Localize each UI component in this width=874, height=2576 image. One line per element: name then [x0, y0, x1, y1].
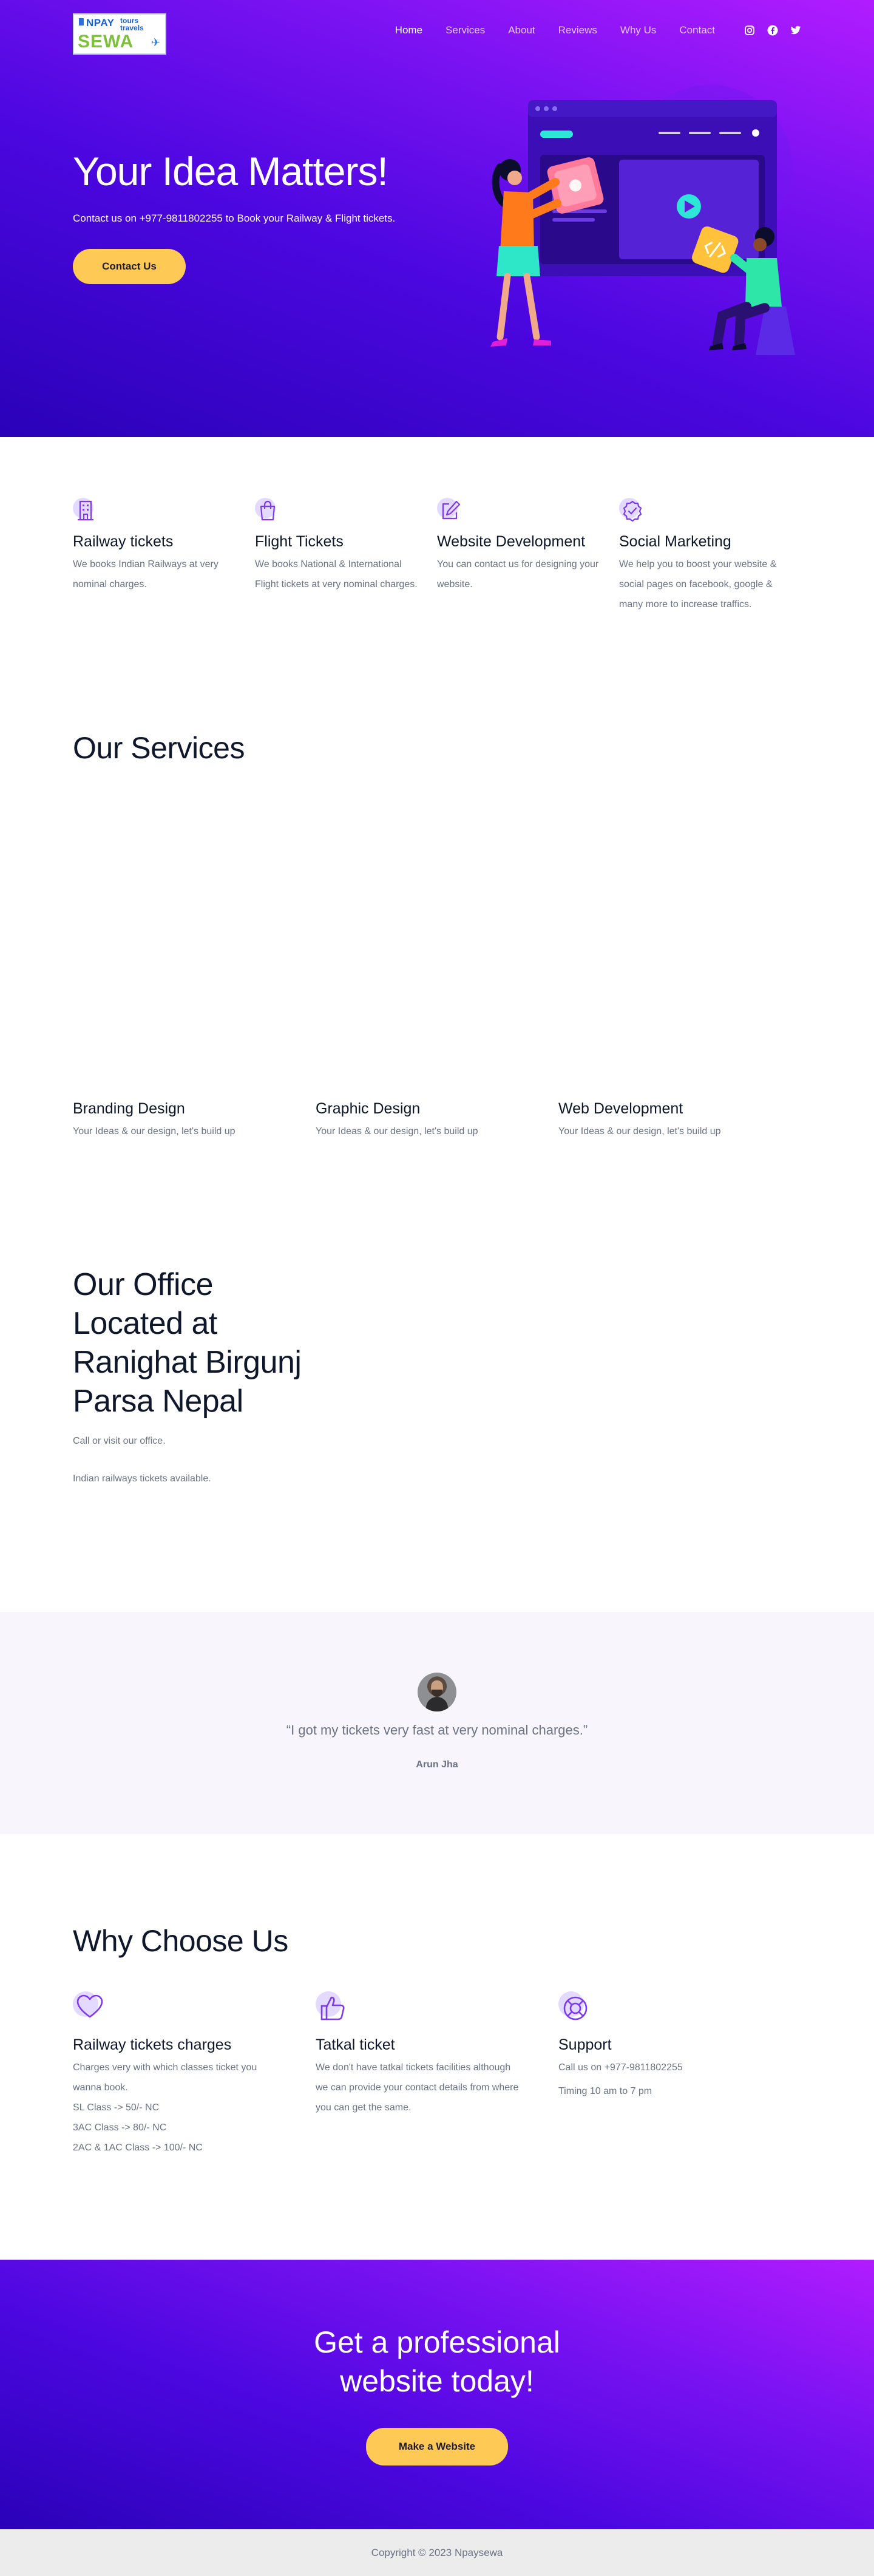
- why-item-tatkal: Tatkal ticket We don't have tatkal ticke…: [316, 1991, 558, 2158]
- price-line: SL Class -> 50/- NC: [73, 2102, 160, 2113]
- feature-flight: Flight Tickets We books National & Inter…: [255, 497, 437, 614]
- contact-us-button[interactable]: Contact Us: [73, 249, 186, 284]
- feature-text: We books Indian Railways at very nominal…: [73, 559, 218, 590]
- feature-title: Flight Tickets: [255, 533, 344, 550]
- support-timing: Timing 10 am to 7 pm: [558, 2086, 652, 2096]
- logo-text-bottom: SEWA: [78, 32, 134, 52]
- why-item-text: Call us on +977-9811802255: [558, 2062, 683, 2073]
- price-line: 2AC & 1AC Class -> 100/- NC: [73, 2143, 203, 2153]
- feature-title: Website Development: [437, 533, 586, 550]
- office-line-2: Indian railways tickets available.: [73, 1473, 211, 1484]
- avatar: [418, 1673, 456, 1711]
- nav-contact[interactable]: Contact: [679, 24, 715, 36]
- why-item-railway-charges: Railway tickets charges Charges very wit…: [73, 1991, 316, 2158]
- facebook-icon[interactable]: [767, 25, 778, 36]
- hero-subtitle: Contact us on +977-9811802255 to Book yo…: [73, 212, 396, 224]
- lifebuoy-icon: [558, 1991, 592, 2025]
- feature-text: You can contact us for designing your we…: [437, 559, 599, 590]
- feature-social: Social Marketing We help you to boost yo…: [619, 497, 801, 614]
- flag-icon: [79, 18, 84, 25]
- edit-icon: [437, 497, 465, 525]
- logo-text-top: NPAY: [86, 17, 115, 29]
- nav-services[interactable]: Services: [445, 24, 485, 36]
- service-card[interactable]: Web Development Your Ideas & our design,…: [558, 1100, 801, 1137]
- copyright-text: Copyright © 2023 Npaysewa: [371, 2547, 503, 2558]
- office-title: Our Office Located at Ranighat Birgunj P…: [73, 1267, 302, 1419]
- airplane-icon: ✈: [151, 36, 160, 49]
- service-card[interactable]: Branding Design Your Ideas & our design,…: [73, 1100, 316, 1137]
- make-website-button[interactable]: Make a Website: [366, 2428, 508, 2466]
- service-title: Web Development: [558, 1100, 683, 1117]
- cta-title-text: Get a professional website today!: [314, 2325, 560, 2398]
- testimonial-author: Arun Jha: [416, 1759, 458, 1770]
- main-nav: Home Services About Reviews Why Us Conta…: [395, 24, 801, 36]
- hero-illustration: [490, 85, 795, 355]
- nav-about[interactable]: About: [508, 24, 535, 36]
- office-line-1: Call or visit our office.: [73, 1436, 166, 1446]
- feature-text: We help you to boost your website & soci…: [619, 559, 777, 610]
- feature-web-dev: Website Development You can contact us f…: [437, 497, 619, 614]
- feature-text: We books National & International Flight…: [255, 559, 418, 590]
- feature-title: Social Marketing: [619, 533, 731, 550]
- why-title: Why Choose Us: [73, 1924, 288, 1958]
- shopping-bag-icon: [255, 497, 283, 525]
- twitter-icon[interactable]: [790, 25, 801, 36]
- feature-title: Railway tickets: [73, 533, 174, 550]
- service-title: Branding Design: [73, 1100, 185, 1117]
- testimonial-quote: “I got my tickets very fast at very nomi…: [286, 1722, 588, 1738]
- instagram-icon[interactable]: [744, 25, 755, 36]
- testimonial-section: “I got my tickets very fast at very nomi…: [0, 1612, 874, 1834]
- why-item-text: Charges very with which classes ticket y…: [73, 2062, 257, 2093]
- services-title: Our Services: [73, 731, 245, 765]
- hero-section: NPAY tours travels SEWA ✈ Home Services …: [0, 0, 874, 437]
- service-title: Graphic Design: [316, 1100, 421, 1117]
- building-icon: [73, 497, 101, 525]
- footer: Copyright © 2023 Npaysewa: [0, 2529, 874, 2576]
- service-card[interactable]: Graphic Design Your Ideas & our design, …: [316, 1100, 558, 1137]
- verified-badge-icon: [619, 497, 647, 525]
- service-text: Your Ideas & our design, let's build up: [558, 1126, 721, 1137]
- why-item-title: Tatkal ticket: [316, 2036, 395, 2053]
- nav-why-us[interactable]: Why Us: [620, 24, 657, 36]
- cta-section: Get a professional website today! Make a…: [0, 2260, 874, 2529]
- service-text: Your Ideas & our design, let's build up: [316, 1126, 478, 1137]
- price-line: 3AC Class -> 80/- NC: [73, 2122, 167, 2133]
- nav-home[interactable]: Home: [395, 24, 422, 36]
- cta-title: Get a professional website today!: [0, 2323, 874, 2401]
- why-item-title: Railway tickets charges: [73, 2036, 232, 2053]
- why-item-support: Support Call us on +977-9811802255 Timin…: [558, 1991, 801, 2158]
- why-item-text: We don't have tatkal tickets facilities …: [316, 2062, 519, 2113]
- nav-reviews[interactable]: Reviews: [558, 24, 597, 36]
- social-links: [744, 25, 801, 36]
- services-list: Branding Design Your Ideas & our design,…: [73, 1100, 801, 1137]
- site-logo[interactable]: NPAY tours travels SEWA ✈: [73, 13, 166, 55]
- logo-tagline: tours travels: [120, 16, 144, 32]
- hero-title: Your Idea Matters!: [73, 149, 388, 194]
- feature-railway: Railway tickets We books Indian Railways…: [73, 497, 255, 614]
- why-list: Railway tickets charges Charges very wit…: [73, 1991, 801, 2158]
- heart-icon: [73, 1991, 107, 2025]
- thumbs-up-icon: [316, 1991, 350, 2025]
- why-item-title: Support: [558, 2036, 612, 2053]
- service-text: Your Ideas & our design, let's build up: [73, 1126, 235, 1137]
- features-section: Railway tickets We books Indian Railways…: [73, 497, 801, 614]
